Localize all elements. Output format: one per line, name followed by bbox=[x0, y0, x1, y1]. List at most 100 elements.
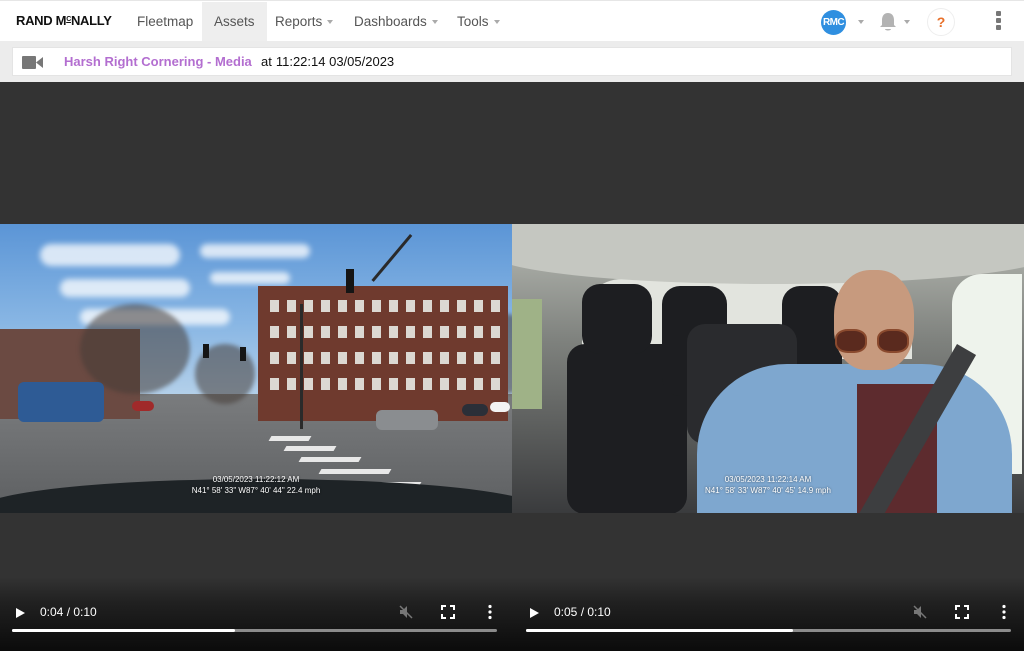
building-window bbox=[287, 300, 296, 312]
building-window bbox=[338, 378, 347, 390]
nav-item-label: Dashboards bbox=[354, 14, 427, 29]
mute-icon[interactable] bbox=[912, 604, 928, 620]
building-window bbox=[304, 378, 313, 390]
road-facing-video-frame[interactable]: 03/05/2023 11:22:12 AM N41° 58' 33" W87°… bbox=[0, 224, 512, 513]
building-window bbox=[355, 300, 364, 312]
building-window bbox=[474, 352, 483, 364]
at-label: at bbox=[261, 54, 272, 69]
video-overlay-datetime: 03/05/2023 11:22:12 AM bbox=[212, 475, 300, 484]
building-window bbox=[270, 378, 279, 390]
building-window bbox=[491, 326, 500, 338]
road-facing-video-player[interactable]: 03/05/2023 11:22:12 AM N41° 58' 33" W87°… bbox=[0, 82, 512, 651]
nav-item-fleetmap[interactable]: Fleetmap bbox=[125, 2, 205, 41]
chevron-down-icon bbox=[431, 20, 438, 25]
more-options-icon[interactable] bbox=[487, 604, 493, 620]
building-window bbox=[457, 378, 466, 390]
building-window bbox=[338, 326, 347, 338]
nav-item-label: Fleetmap bbox=[137, 14, 194, 29]
building-window bbox=[423, 326, 432, 338]
building-window bbox=[389, 326, 398, 338]
chevron-down-icon bbox=[327, 20, 334, 25]
building-window bbox=[304, 326, 313, 338]
notifications-chevron-icon[interactable] bbox=[904, 20, 910, 24]
avatar-initials: RMC bbox=[823, 17, 845, 28]
building-window bbox=[406, 300, 415, 312]
building-window bbox=[440, 326, 449, 338]
building-window bbox=[389, 352, 398, 364]
building-window bbox=[321, 326, 330, 338]
building-window bbox=[372, 326, 381, 338]
building-window bbox=[474, 326, 483, 338]
nav-item-assets[interactable]: Assets bbox=[202, 2, 267, 41]
video-controls: 0:05 / 0:10 bbox=[512, 577, 1024, 651]
building-window bbox=[440, 300, 449, 312]
user-avatar[interactable]: RMC bbox=[821, 10, 846, 35]
building-window bbox=[423, 352, 432, 364]
video-area: 03/05/2023 11:22:12 AM N41° 58' 33" W87°… bbox=[0, 82, 1024, 651]
video-overlay-datetime: 03/05/2023 11:22:14 AM bbox=[724, 475, 812, 484]
building-window bbox=[270, 300, 279, 312]
nav-item-tools[interactable]: Tools bbox=[445, 2, 512, 41]
building-window bbox=[372, 300, 381, 312]
building-window bbox=[287, 378, 296, 390]
building-window bbox=[406, 326, 415, 338]
nav-item-label: Assets bbox=[214, 14, 255, 29]
question-mark-icon: ? bbox=[936, 14, 946, 30]
video-controls: 0:04 / 0:10 bbox=[0, 577, 512, 651]
fullscreen-icon[interactable] bbox=[955, 605, 969, 619]
event-timestamp: at 11:22:14 03/05/2023 bbox=[261, 54, 394, 69]
driver-facing-video-frame[interactable]: 03/05/2023 11:22:14 AM N41° 58' 33' W87°… bbox=[512, 224, 1024, 513]
help-button[interactable]: ? bbox=[927, 8, 955, 36]
building-window bbox=[270, 352, 279, 364]
fullscreen-icon[interactable] bbox=[441, 605, 455, 619]
building-window bbox=[406, 352, 415, 364]
nav-item-reports[interactable]: Reports bbox=[263, 2, 345, 41]
building-window bbox=[355, 326, 364, 338]
building-window bbox=[321, 378, 330, 390]
rand-mcnally-logo[interactable]: RAND MCNALLY bbox=[16, 13, 112, 28]
building-window bbox=[338, 300, 347, 312]
building-window bbox=[491, 300, 500, 312]
video-overlay-gps-speed: N41° 58' 33" W87° 40' 44" 22.4 mph bbox=[191, 486, 321, 495]
building-window bbox=[440, 378, 449, 390]
event-header: Harsh Right Cornering - Media at 11:22:14… bbox=[0, 41, 1024, 82]
video-time: 0:04 / 0:10 bbox=[40, 605, 97, 619]
building-window bbox=[355, 378, 364, 390]
event-title[interactable]: Harsh Right Cornering - Media bbox=[64, 54, 252, 69]
building-window bbox=[304, 352, 313, 364]
building-window bbox=[491, 352, 500, 364]
driver-facing-video-player[interactable]: 03/05/2023 11:22:14 AM N41° 58' 33' W87°… bbox=[512, 82, 1024, 651]
play-icon[interactable] bbox=[528, 606, 540, 618]
bell-icon[interactable] bbox=[878, 11, 898, 33]
building-window bbox=[304, 300, 313, 312]
building-window bbox=[423, 378, 432, 390]
building-window bbox=[287, 352, 296, 364]
building-window bbox=[406, 378, 415, 390]
building-window bbox=[440, 352, 449, 364]
building-window bbox=[338, 352, 347, 364]
building-window bbox=[372, 352, 381, 364]
kebab-menu-icon[interactable] bbox=[994, 11, 1002, 33]
video-progress-bar[interactable] bbox=[526, 629, 1011, 632]
building-window bbox=[321, 300, 330, 312]
nav-item-label: Reports bbox=[275, 14, 323, 29]
user-menu-chevron-icon[interactable] bbox=[858, 20, 864, 24]
building-window bbox=[355, 352, 364, 364]
building-window bbox=[321, 352, 330, 364]
building-window bbox=[457, 300, 466, 312]
building-window bbox=[423, 300, 432, 312]
video-progress-fill bbox=[12, 629, 236, 632]
video-time: 0:05 / 0:10 bbox=[554, 605, 611, 619]
chevron-down-icon bbox=[493, 20, 500, 25]
event-bar: Harsh Right Cornering - Media at 11:22:14… bbox=[12, 47, 1012, 76]
building-window bbox=[457, 352, 466, 364]
video-camera-icon bbox=[22, 56, 44, 69]
building-window bbox=[389, 378, 398, 390]
top-navbar: RAND MCNALLY Fleetmap Assets Reports Das… bbox=[0, 0, 1024, 41]
play-icon[interactable] bbox=[14, 606, 26, 618]
nav-item-dashboards[interactable]: Dashboards bbox=[342, 2, 450, 41]
mute-icon[interactable] bbox=[398, 604, 414, 620]
building-window bbox=[287, 326, 296, 338]
more-options-icon[interactable] bbox=[1001, 604, 1007, 620]
video-progress-bar[interactable] bbox=[12, 629, 497, 632]
